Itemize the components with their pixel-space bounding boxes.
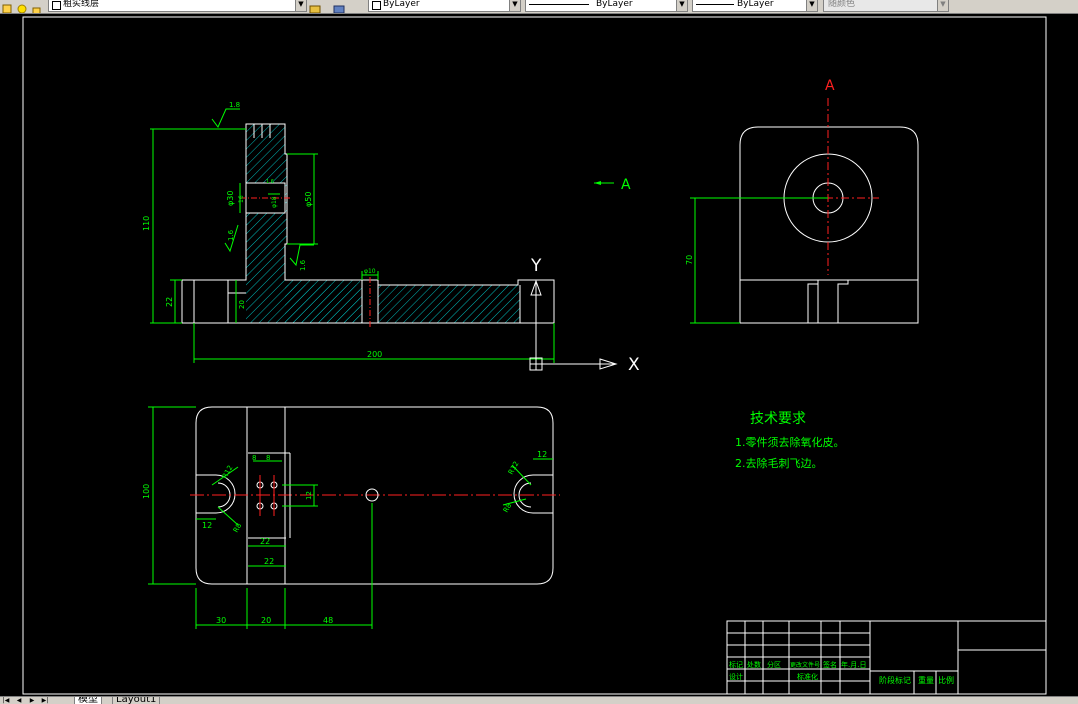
front-section-view: 110 22 200 φ50 φ30 φ18 16 20 φ10 1.8 1.6… [142, 101, 555, 363]
dim-16: 16 [238, 195, 245, 203]
plotstyle-dropdown: 随颜色 ▼ [823, 0, 949, 12]
dim-200: 200 [367, 350, 382, 359]
tb-scale: 比例 [938, 675, 954, 685]
dim-plan-22b: 22 [264, 557, 274, 566]
linetype-value: ByLayer [596, 0, 633, 9]
tb-design: 设计 [729, 672, 743, 681]
dim-plan-12b: 12 [537, 450, 547, 459]
dim-dia30: φ30 [226, 191, 235, 206]
dim-plan-30: 30 [216, 616, 226, 625]
dim-plan-8a: 8 [252, 454, 256, 462]
dim-plan-48: 48 [323, 616, 333, 625]
linetype-sample [529, 4, 589, 5]
lineweight-value: ByLayer [737, 0, 774, 9]
technical-notes: 技术要求 1.零件须去除氧化皮。 2.去除毛刺飞边。 [735, 411, 845, 470]
lineweight-dropdown[interactable]: ByLayer ▼ [692, 0, 818, 12]
rough-a: 1.6 [227, 229, 235, 241]
lock-icon[interactable] [31, 0, 42, 13]
tb-count: 处数 [747, 660, 761, 669]
layer-color-swatch [52, 1, 61, 10]
drawing-canvas[interactable]: 110 22 200 φ50 φ30 φ18 16 20 φ10 1.8 1.6… [0, 13, 1078, 696]
tb-date: 年.月.日 [841, 660, 866, 669]
plan-view: 100 30 20 48 12 12 12 8 8 22 22 R12 R8 R… [142, 406, 560, 629]
sun-icon[interactable] [17, 0, 28, 13]
layer-state-icon[interactable] [2, 0, 13, 13]
notes-line-2: 2.去除毛刺飞边。 [735, 456, 823, 470]
dim-dia18: φ18 [271, 196, 278, 208]
tb-changedoc: 更改文件号 [790, 661, 820, 669]
ucs-icon: Y X [529, 256, 640, 375]
dim-plan-100: 100 [142, 484, 151, 499]
color-dropdown[interactable]: ByLayer ▼ [368, 0, 521, 12]
properties-toolbar: 粗实线层 ▼ ByLayer ▼ ByLayer ▼ ByLayer ▼ 随颜色… [0, 0, 1078, 14]
ucs-x-label: X [628, 355, 640, 375]
dim-110: 110 [142, 216, 151, 231]
linetype-dropdown[interactable]: ByLayer ▼ [525, 0, 688, 12]
ucs-y-label: Y [530, 256, 542, 276]
layer-name: 粗实线层 [63, 0, 100, 9]
view-label: A [825, 78, 835, 94]
color-value: ByLayer [383, 0, 420, 9]
tb-standard: 标准化 [797, 672, 818, 681]
dim-70: 70 [685, 255, 694, 265]
notes-title: 技术要求 [750, 411, 806, 427]
color-swatch [372, 1, 381, 10]
base-hatch [285, 285, 365, 323]
dim-plan-r12: R12 [221, 464, 235, 480]
notes-line-1: 1.零件须去除氧化皮。 [735, 435, 845, 449]
dim-plan-22a: 22 [260, 537, 270, 546]
drawing-border [22, 16, 1047, 695]
dim-plan-r8b: R8 [502, 502, 514, 514]
dim-plan-r8: R8 [232, 522, 244, 534]
chevron-down-icon[interactable]: ▼ [509, 0, 520, 11]
side-view: A 70 [685, 78, 919, 324]
chevron-down-icon[interactable]: ▼ [676, 0, 687, 11]
tb-mark: 标记 [729, 660, 743, 669]
dim-dia50: φ50 [304, 192, 313, 207]
dim-plan-12a: 12 [202, 521, 212, 530]
dim-plan-r12b: R12 [507, 460, 521, 476]
tb-stage: 阶段标记 [879, 675, 911, 685]
rough-b: 1.6 [299, 259, 307, 271]
rough-c: 1.6 [266, 179, 274, 185]
chevron-down-icon[interactable]: ▼ [806, 0, 817, 11]
rough-top: 1.8 [229, 101, 240, 109]
tb-weight: 重量 [918, 675, 934, 685]
dim-plan-20: 20 [261, 616, 271, 625]
dim-plan-12c: 12 [305, 491, 313, 500]
plotstyle-value: 随颜色 [828, 0, 856, 9]
title-block: 标记 处数 分区 更改文件号 签名 年.月.日 设计 标准化 阶段标记 重量 比… [726, 620, 1047, 695]
base-hatch-right [378, 285, 520, 323]
tb-sign: 签名 [823, 660, 837, 669]
section-arrow-label: A [621, 177, 631, 193]
lineweight-sample [696, 4, 734, 5]
dim-plan-8b: 8 [266, 454, 270, 462]
dim-20: 20 [238, 300, 246, 309]
chevron-down-icon: ▼ [937, 0, 948, 11]
dim-22: 22 [165, 297, 174, 307]
chevron-down-icon[interactable]: ▼ [295, 0, 306, 11]
tb-zone: 分区 [767, 660, 781, 669]
layer-dropdown[interactable]: 粗实线层 ▼ [48, 0, 307, 12]
make-layer-current-icon[interactable] [309, 0, 321, 13]
layer-previous-icon[interactable] [333, 0, 345, 13]
dim-w10: φ10 [364, 268, 376, 275]
